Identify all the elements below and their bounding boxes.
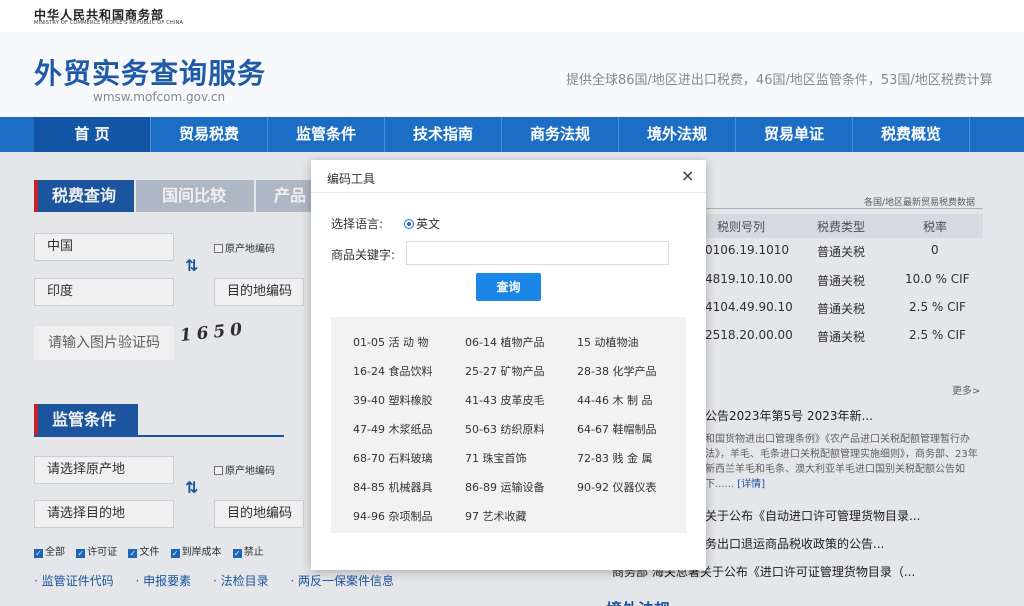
category-link[interactable]: 86-89 运输设备 <box>465 479 544 495</box>
nav-tax-overview[interactable]: 税费概览 <box>853 117 970 152</box>
category-link[interactable]: 72-83 贱 金 属 <box>577 450 652 466</box>
category-link[interactable]: 06-14 植物产品 <box>465 334 544 350</box>
nav-trade-tax[interactable]: 贸易税费 <box>151 117 268 152</box>
category-link[interactable]: 71 珠宝首饰 <box>465 450 527 466</box>
nav-tech-guide[interactable]: 技术指南 <box>385 117 502 152</box>
category-link[interactable]: 68-70 石料玻璃 <box>353 450 432 466</box>
category-link[interactable]: 90-92 仪器仪表 <box>577 479 656 495</box>
category-link[interactable]: 84-85 机械器具 <box>353 479 432 495</box>
language-option-label: 英文 <box>416 217 441 231</box>
category-link[interactable]: 15 动植物油 <box>577 334 639 350</box>
hs-category-grid: 01-05 活 动 物 06-14 植物产品 15 动植物油 16-24 食品饮… <box>331 317 686 533</box>
close-icon[interactable]: × <box>681 166 694 185</box>
code-tool-dialog: 编码工具 × 选择语言: 英文 商品关键字: 查询 01-05 活 动 物 06… <box>311 160 706 570</box>
category-link[interactable]: 47-49 木浆纸品 <box>353 421 432 437</box>
nav-trade-docs[interactable]: 贸易单证 <box>736 117 853 152</box>
keyword-label: 商品关键字: <box>331 248 396 262</box>
category-link[interactable]: 64-67 鞋帽制品 <box>577 421 656 437</box>
category-link[interactable]: 39-40 塑料橡胶 <box>353 392 432 408</box>
ministry-name-en: MINISTRY OF COMMERCE PEOPLE'S REPUBLIC O… <box>34 20 184 26</box>
site-domain: wmsw.mofcom.gov.cn <box>93 90 226 104</box>
site-tagline: 提供全球86国/地区进出口税费，46国/地区监管条件，53国/地区税费计算 <box>566 73 993 88</box>
site-header: 外贸实务查询服务 wmsw.mofcom.gov.cn 提供全球86国/地区进出… <box>0 32 1024 117</box>
dialog-header: 编码工具 × <box>311 160 706 193</box>
nav-commerce-law[interactable]: 商务法规 <box>502 117 619 152</box>
category-link[interactable]: 94-96 杂项制品 <box>353 508 432 524</box>
radio-selected-icon <box>404 219 414 229</box>
language-radio-english[interactable]: 英文 <box>404 215 440 232</box>
site-title[interactable]: 外贸实务查询服务 <box>34 52 266 92</box>
dialog-title: 编码工具 <box>327 172 376 186</box>
category-link[interactable]: 50-63 纺织原料 <box>465 421 544 437</box>
main-nav: 首 页 贸易税费 监管条件 技术指南 商务法规 境外法规 贸易单证 税费概览 <box>0 117 1024 152</box>
category-link[interactable]: 44-46 木 制 品 <box>577 392 652 408</box>
category-link[interactable]: 25-27 矿物产品 <box>465 363 544 379</box>
category-link[interactable]: 97 艺术收藏 <box>465 508 527 524</box>
keyword-input[interactable] <box>406 241 669 265</box>
category-link[interactable]: 16-24 食品饮料 <box>353 363 432 379</box>
category-link[interactable]: 41-43 皮革皮毛 <box>465 392 544 408</box>
category-link[interactable]: 28-38 化学产品 <box>577 363 656 379</box>
nav-home[interactable]: 首 页 <box>34 117 151 152</box>
nav-foreign-law[interactable]: 境外法规 <box>619 117 736 152</box>
language-label: 选择语言: <box>331 217 384 231</box>
nav-supervision[interactable]: 监管条件 <box>268 117 385 152</box>
query-button[interactable]: 查询 <box>476 273 541 301</box>
top-strip: 中华人民共和国商务部 MINISTRY OF COMMERCE PEOPLE'S… <box>0 0 1024 32</box>
category-link[interactable]: 01-05 活 动 物 <box>353 334 428 350</box>
